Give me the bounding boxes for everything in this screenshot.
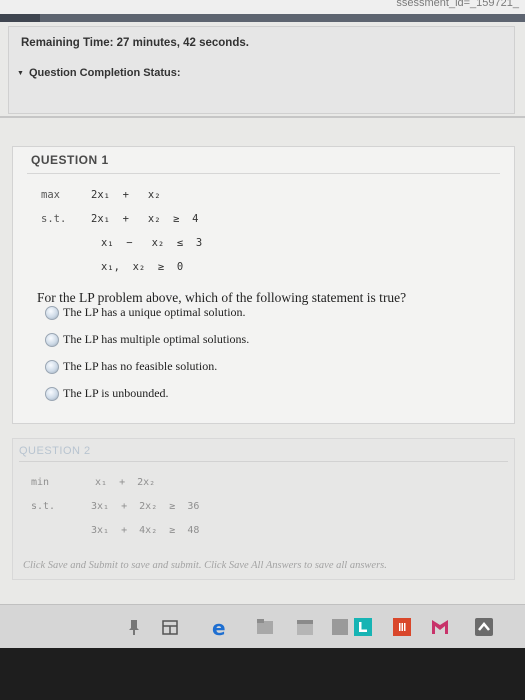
lp-nonnegativity: x₁, x₂ ≥ 0	[101, 261, 184, 273]
divider	[0, 116, 525, 118]
lp2-constraint-1: 3x₁ + 2x₂ ≥ 36	[91, 501, 200, 512]
pin-icon[interactable]	[124, 617, 144, 637]
lp2-constraint-2: 3x₁ + 4x₂ ≥ 48	[91, 525, 200, 536]
option-label: The LP is unbounded.	[63, 386, 169, 400]
lp-constraint-2: x₁ − x₂ ≤ 3	[101, 237, 203, 249]
question-1-prompt: For the LP problem above, which of the f…	[37, 290, 407, 305]
screen-bezel	[0, 648, 525, 700]
window-header-strip	[0, 14, 525, 22]
svg-text:e: e	[212, 617, 226, 637]
lp2-objective: x₁ + 2x₂	[95, 477, 156, 488]
question-2-card: QUESTION 2 min x₁ + 2x₂ s.t. 3x₁ + 2x₂ ≥…	[12, 438, 515, 580]
browser-url-bar[interactable]: ssessment_id=_159721_	[0, 0, 525, 15]
radio-button[interactable]	[45, 387, 59, 401]
question-completion-status-toggle[interactable]: ▼ Question Completion Status:	[17, 67, 181, 79]
option-label: The LP has no feasible solution.	[63, 359, 218, 373]
question-1-card: QUESTION 1 max 2x₁ + x₂ s.t. 2x₁ + x₂ ≥ …	[12, 146, 515, 424]
header-strip-fill	[0, 14, 40, 22]
files-icon[interactable]	[255, 617, 275, 637]
test-status-panel: Remaining Time: 27 minutes, 42 seconds. …	[8, 26, 515, 114]
question-1-title: QUESTION 1	[31, 153, 109, 167]
save-instructions: Click Save and Submit to save and submit…	[23, 560, 387, 571]
linkedin-icon[interactable]	[353, 617, 373, 637]
lp-constraint-1: 2x₁ + x₂ ≥ 4	[91, 213, 199, 225]
url-text: ssessment_id=_159721_	[396, 0, 519, 9]
taskbar: e	[0, 604, 525, 649]
question-2-title: QUESTION 2	[19, 445, 91, 457]
radio-button[interactable]	[45, 306, 59, 320]
lp-max-keyword: max	[41, 189, 60, 201]
option-label: The LP has multiple optimal solutions.	[63, 332, 250, 346]
edge-icon[interactable]: e	[210, 617, 230, 637]
remaining-time: Remaining Time: 27 minutes, 42 seconds.	[21, 37, 249, 49]
radio-button[interactable]	[45, 360, 59, 374]
option-label: The LP has a unique optimal solution.	[63, 305, 246, 319]
question-title-rule	[27, 173, 500, 174]
completion-status-label: Question Completion Status:	[28, 67, 181, 79]
caret-down-icon: ▼	[17, 69, 24, 77]
mcafee-icon[interactable]	[430, 617, 450, 637]
app-tile-icon[interactable]	[330, 617, 350, 637]
lp2-min-keyword: min	[31, 477, 50, 488]
store-icon[interactable]	[160, 617, 180, 637]
send-icon[interactable]	[474, 617, 494, 637]
office-icon[interactable]	[392, 617, 412, 637]
radio-button[interactable]	[45, 333, 59, 347]
lp-st-keyword: s.t.	[41, 213, 67, 225]
lp-objective: 2x₁ + x₂	[91, 189, 161, 201]
lp2-st-keyword: s.t.	[31, 501, 56, 512]
question-title-rule	[19, 461, 508, 462]
calendar-icon[interactable]	[295, 617, 315, 637]
